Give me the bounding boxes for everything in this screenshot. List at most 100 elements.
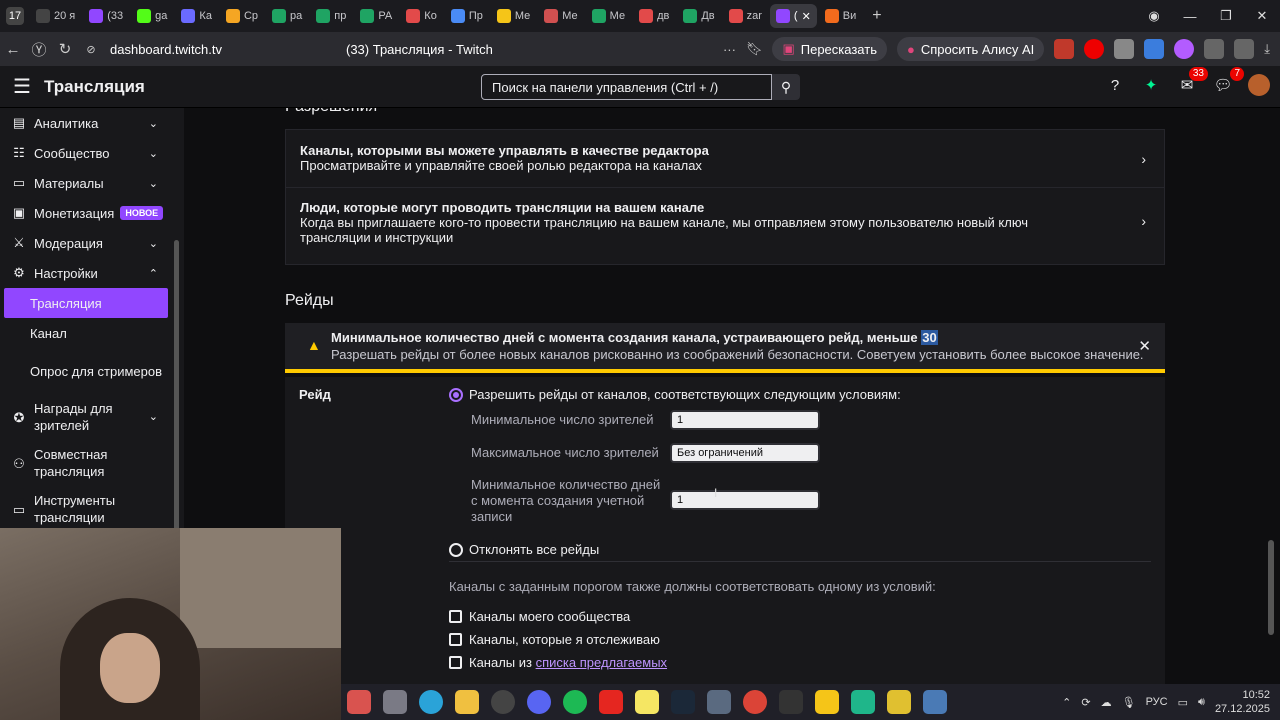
printer-extension-icon[interactable] xyxy=(1114,39,1135,59)
inbox-icon[interactable]: ✉ 33 xyxy=(1176,67,1208,96)
main-scrollbar[interactable] xyxy=(1268,540,1274,635)
settings-app-icon[interactable] xyxy=(707,690,731,714)
extensions-icon[interactable] xyxy=(1204,39,1225,59)
browser-tab[interactable]: Ме xyxy=(586,4,631,28)
browser-tab[interactable]: ga xyxy=(131,4,173,28)
clock[interactable]: 10:52 27.12.2025 xyxy=(1215,688,1270,716)
tab-close-icon[interactable]: ✕ xyxy=(802,10,811,23)
browser-tab[interactable]: (33 xyxy=(83,4,129,28)
calendar-app-icon[interactable] xyxy=(347,690,371,714)
chrome-icon[interactable] xyxy=(743,690,767,714)
sidebar-item-community[interactable]: ☷ Сообщество ⌄ xyxy=(0,138,184,168)
task-view-icon[interactable] xyxy=(383,690,407,714)
restore-button[interactable]: ❐ xyxy=(1208,8,1244,24)
sidebar-subitem-survey[interactable]: Опрос для стримеров xyxy=(0,348,184,394)
yandex-icon[interactable]: Ⓨ xyxy=(26,39,52,60)
obs-icon[interactable] xyxy=(491,690,515,714)
avatar[interactable] xyxy=(1248,74,1270,96)
ask-alice-button[interactable]: ● Спросить Алису AI xyxy=(896,37,1045,61)
sync-icon[interactable]: ⟳ xyxy=(1081,696,1090,709)
more-icon[interactable]: ··· xyxy=(723,42,736,57)
search-input[interactable] xyxy=(481,74,772,100)
network-icon[interactable]: ▭ xyxy=(1178,696,1188,709)
browser-tab[interactable]: ра xyxy=(266,4,308,28)
yellow-app-icon[interactable] xyxy=(887,690,911,714)
close-icon[interactable]: ✕ xyxy=(1138,337,1151,355)
retell-button[interactable]: ▣ Пересказать xyxy=(772,37,887,61)
download-icon[interactable]: ⤓ xyxy=(1264,41,1270,57)
browser-tab[interactable]: РА xyxy=(354,4,398,28)
close-window-button[interactable]: ✕ xyxy=(1244,8,1280,24)
community-checkbox-label[interactable]: Каналы моего сообщества xyxy=(469,609,630,624)
sidebar-item-tools[interactable]: ▭ Инструменты трансляции xyxy=(0,486,184,532)
profile-icon[interactable]: ◉ xyxy=(1136,8,1172,24)
sidebar-subitem-stream[interactable]: Трансляция xyxy=(4,288,168,318)
browser-tab[interactable]: Ко xyxy=(400,4,443,28)
sidebar-item-moderation[interactable]: ⚔ Модерация ⌄ xyxy=(0,228,184,258)
allow-raids-label[interactable]: Разрешить рейды от каналов, соответствую… xyxy=(469,387,901,402)
stream-together-row[interactable]: Люди, которые могут проводить трансляции… xyxy=(286,188,1164,253)
sidebar-item-collab[interactable]: ⚇ Совместная трансляция xyxy=(0,440,184,486)
browser-tab[interactable]: пр xyxy=(310,4,352,28)
community-checkbox[interactable] xyxy=(449,610,462,623)
minimize-button[interactable]: — xyxy=(1172,9,1208,24)
steam-icon[interactable] xyxy=(671,690,695,714)
spotify-icon[interactable] xyxy=(563,690,587,714)
language-indicator[interactable]: РУС xyxy=(1146,696,1168,708)
browser-tab[interactable]: (✕ xyxy=(769,4,817,28)
menu-icon[interactable]: ☰ xyxy=(0,74,44,99)
sidebar-item-settings[interactable]: ⚙ Настройки ⌃ xyxy=(0,258,184,288)
browser-tab[interactable]: Ка xyxy=(175,4,218,28)
volume-icon[interactable]: 🔊︎ xyxy=(1198,696,1205,709)
creator-tools-icon[interactable]: ✦ xyxy=(1140,74,1162,96)
discord-icon[interactable] xyxy=(527,690,551,714)
telegram-icon[interactable] xyxy=(419,690,443,714)
tv-app-icon[interactable] xyxy=(851,690,875,714)
following-checkbox[interactable] xyxy=(449,633,462,646)
browser-tab[interactable]: Ме xyxy=(491,4,536,28)
browser-tab[interactable]: дв xyxy=(633,4,675,28)
reject-raids-radio[interactable] xyxy=(449,543,463,557)
wifi-extension-icon[interactable] xyxy=(1144,39,1165,59)
sidebar-subitem-channel[interactable]: Канал xyxy=(0,318,184,348)
notifications-icon[interactable]: 💬︎ 7 xyxy=(1212,67,1244,96)
min-viewers-input[interactable] xyxy=(670,410,820,430)
browser-tab[interactable]: 20 я xyxy=(30,4,81,28)
notes-icon[interactable] xyxy=(635,690,659,714)
browser-tab[interactable]: Пр xyxy=(445,4,489,28)
cloud-icon[interactable]: ☁ xyxy=(1101,696,1112,709)
browser-tab[interactable]: zar xyxy=(723,4,768,28)
bookmark-icon[interactable]: 🔖︎ xyxy=(746,41,763,57)
tray-expand-icon[interactable]: ⌃ xyxy=(1062,696,1071,709)
back-icon[interactable]: ← xyxy=(0,41,26,58)
editor-channels-row[interactable]: Каналы, которыми вы можете управлять в к… xyxy=(286,130,1164,188)
yandex-browser-icon[interactable] xyxy=(599,690,623,714)
sidebar-item-monetization[interactable]: ▣ Монетизация НОВОЕ xyxy=(0,198,184,228)
sidebar-item-rewards[interactable]: ✪ Награды для зрителей ⌄ xyxy=(0,394,184,440)
sidebar-item-analytics[interactable]: ▤ Аналитика ⌄ xyxy=(0,108,184,138)
browser-tab[interactable]: Ви xyxy=(819,4,862,28)
following-checkbox-label[interactable]: Каналы, которые я отслеживаю xyxy=(469,632,660,647)
browser-tab[interactable]: Дв xyxy=(677,4,720,28)
min-days-input[interactable] xyxy=(670,490,820,510)
help-icon[interactable]: ? xyxy=(1104,74,1126,96)
purple-extension-icon[interactable] xyxy=(1174,39,1195,59)
reload-icon[interactable]: ↻ xyxy=(52,40,78,58)
site-info-icon[interactable]: ⊘ xyxy=(78,43,104,56)
collections-icon[interactable] xyxy=(1234,39,1255,59)
tab-count-badge[interactable]: 17 xyxy=(6,7,24,25)
mic-icon[interactable]: 🎙︎ xyxy=(1122,696,1136,709)
explorer-icon[interactable] xyxy=(455,690,479,714)
reject-raids-label[interactable]: Отклонять все рейды xyxy=(469,542,599,557)
search-button[interactable]: ⚲ xyxy=(772,74,800,100)
star-app-icon[interactable] xyxy=(815,690,839,714)
translate-extension-icon[interactable] xyxy=(1054,39,1075,59)
max-viewers-input[interactable] xyxy=(670,443,820,463)
allow-raids-radio[interactable] xyxy=(449,388,463,402)
suggested-checkbox[interactable] xyxy=(449,656,462,669)
new-tab-button[interactable]: + xyxy=(872,7,881,25)
youtube-extension-icon[interactable] xyxy=(1084,39,1105,59)
url-text[interactable]: dashboard.twitch.tv xyxy=(110,42,222,57)
browser-tab[interactable]: Ме xyxy=(538,4,583,28)
reaper-icon[interactable] xyxy=(779,690,803,714)
